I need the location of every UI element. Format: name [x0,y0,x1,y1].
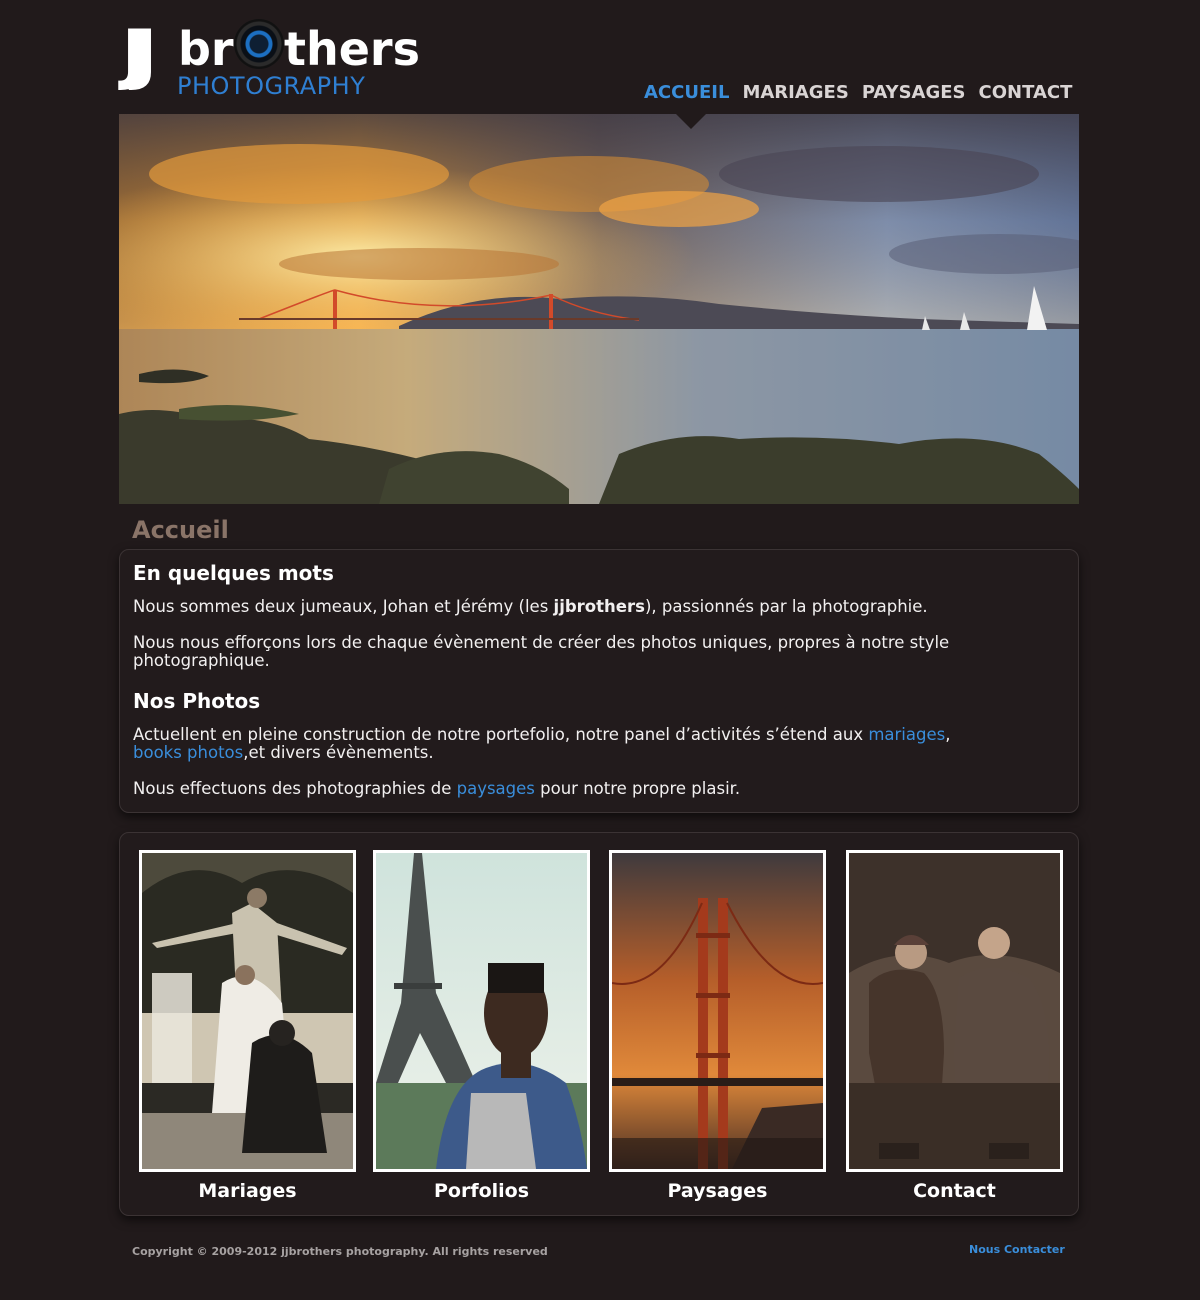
photos-paragraph-2: Nous effectuons des photographies de pay… [133,780,1065,798]
site-logo[interactable]: JJ br thers PHOTOGRAPHY [122,14,422,100]
page-title: Accueil [132,516,229,544]
logo-br: br [178,22,234,76]
footer-copyright: Copyright © 2009-2012 jjbrothers photogr… [132,1245,548,1258]
photos-p1-comma: , [945,725,951,744]
camera-lens-icon [234,19,284,69]
logo-jj: JJ [122,16,157,93]
mariages-photo[interactable] [139,850,356,1172]
about-p1-text-end: ), passionnés par la photographie. [644,597,928,616]
photos-p2-text-end: pour notre propre plasir. [534,779,741,798]
contact-photo[interactable] [846,850,1063,1172]
logo-thers: thers [284,22,421,76]
logo-subtitle: PHOTOGRAPHY [177,72,366,100]
caption-contact[interactable]: Contact [846,1180,1063,1202]
link-paysages[interactable]: paysages [457,779,535,798]
photos-heading: Nos Photos [133,689,261,713]
gallery-card-paysages[interactable]: Paysages [609,850,826,1202]
link-mariages[interactable]: mariages [868,725,945,744]
nav-item-paysages[interactable]: PAYSAGES [862,82,966,104]
paysages-photo[interactable] [609,850,826,1172]
photos-p1-text-end: ,et divers évènements. [243,743,434,762]
main-nav: ACCUEIL MARIAGES PAYSAGES CONTACT [644,82,1085,104]
about-paragraph-1: Nous sommes deux jumeaux, Johan et Jérém… [133,598,1065,616]
about-p1-text: Nous sommes deux jumeaux, Johan et Jérém… [133,597,554,616]
gallery-section: Mariages Porfolios Paysages Contact [119,832,1079,1216]
photos-p1-text: Actuellent en pleine construction de not… [133,725,869,744]
about-section: En quelques mots Nous sommes deux jumeau… [119,549,1079,813]
nav-item-accueil[interactable]: ACCUEIL [644,82,729,104]
about-heading: En quelques mots [133,561,334,585]
nav-item-mariages[interactable]: MARIAGES [742,82,848,104]
caption-porfolios[interactable]: Porfolios [373,1180,590,1202]
gallery-card-contact[interactable]: Contact [846,850,1063,1202]
caption-mariages[interactable]: Mariages [139,1180,356,1202]
gallery-card-porfolios[interactable]: Porfolios [373,850,590,1202]
link-books-photos[interactable]: books photos [133,743,243,762]
footer-contact-link[interactable]: Nous Contacter [969,1243,1065,1256]
nav-active-pointer [676,114,706,129]
photos-p2-text: Nous effectuons des photographies de [133,779,457,798]
porfolios-photo[interactable] [373,850,590,1172]
about-paragraph-2: Nous nous efforçons lors de chaque évène… [133,633,950,670]
caption-paysages[interactable]: Paysages [609,1180,826,1202]
nav-item-contact[interactable]: CONTACT [979,82,1073,104]
about-p1-bold: jjbrothers [553,597,645,616]
photos-paragraph-1: Actuellent en pleine construction de not… [133,726,1065,762]
hero-image [119,114,1079,504]
gallery-card-mariages[interactable]: Mariages [139,850,356,1202]
